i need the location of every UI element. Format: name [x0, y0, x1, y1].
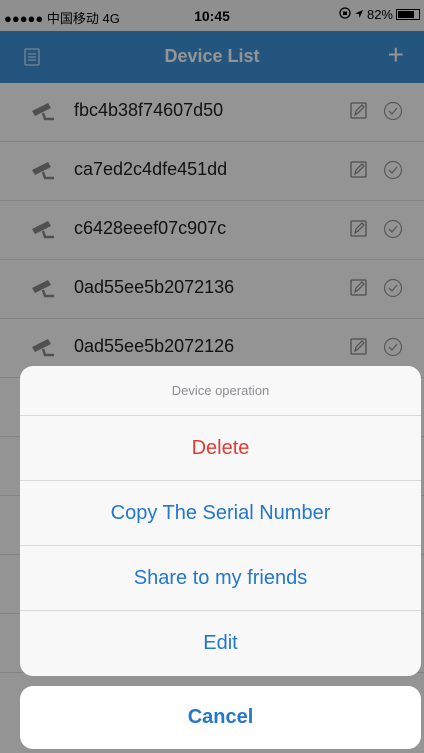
edit-button[interactable]: Edit — [20, 611, 421, 676]
delete-button[interactable]: Delete — [20, 416, 421, 481]
share-button[interactable]: Share to my friends — [20, 546, 421, 611]
action-sheet-title: Device operation — [20, 366, 421, 416]
copy-serial-button[interactable]: Copy The Serial Number — [20, 481, 421, 546]
cancel-button[interactable]: Cancel — [20, 686, 421, 749]
action-sheet: Device operation Delete Copy The Serial … — [20, 366, 421, 676]
